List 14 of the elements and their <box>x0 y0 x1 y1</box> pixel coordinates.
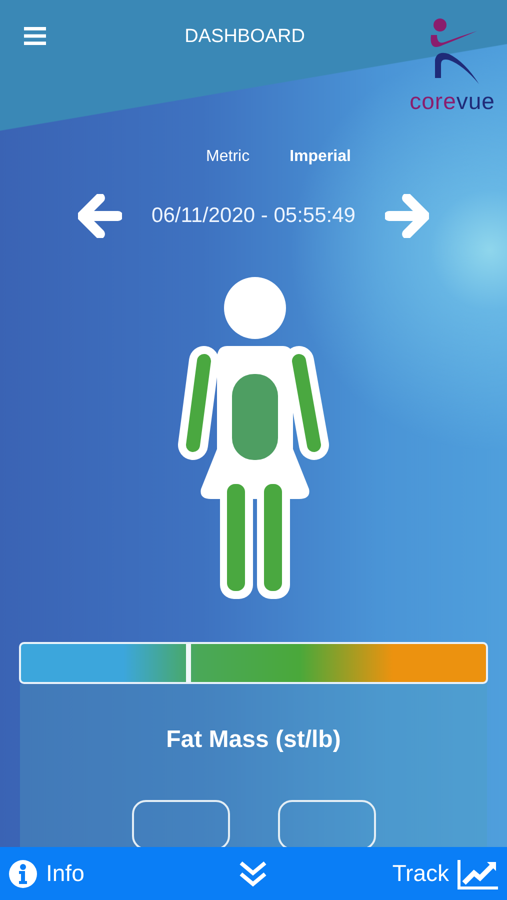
info-button[interactable]: Info <box>8 858 84 888</box>
menu-icon[interactable] <box>24 27 46 45</box>
next-arrow[interactable] <box>385 194 430 238</box>
date-time: 06/11/2020 - 05:55:49 <box>152 204 356 228</box>
unit-tab[interactable]: Imperial <box>290 148 351 166</box>
info-icon <box>8 858 38 888</box>
logo-text: corevue <box>410 90 495 113</box>
metric-title: Fat Mass (st/lb) <box>166 726 341 754</box>
chart-icon <box>457 858 499 890</box>
track-button[interactable]: Track <box>392 858 499 890</box>
unit-tab[interactable]: Metric <box>206 148 250 166</box>
screen-title: DASHBOARD <box>184 26 305 48</box>
previous-arrow[interactable] <box>78 194 122 238</box>
double-chevron-icon[interactable] <box>238 860 268 888</box>
